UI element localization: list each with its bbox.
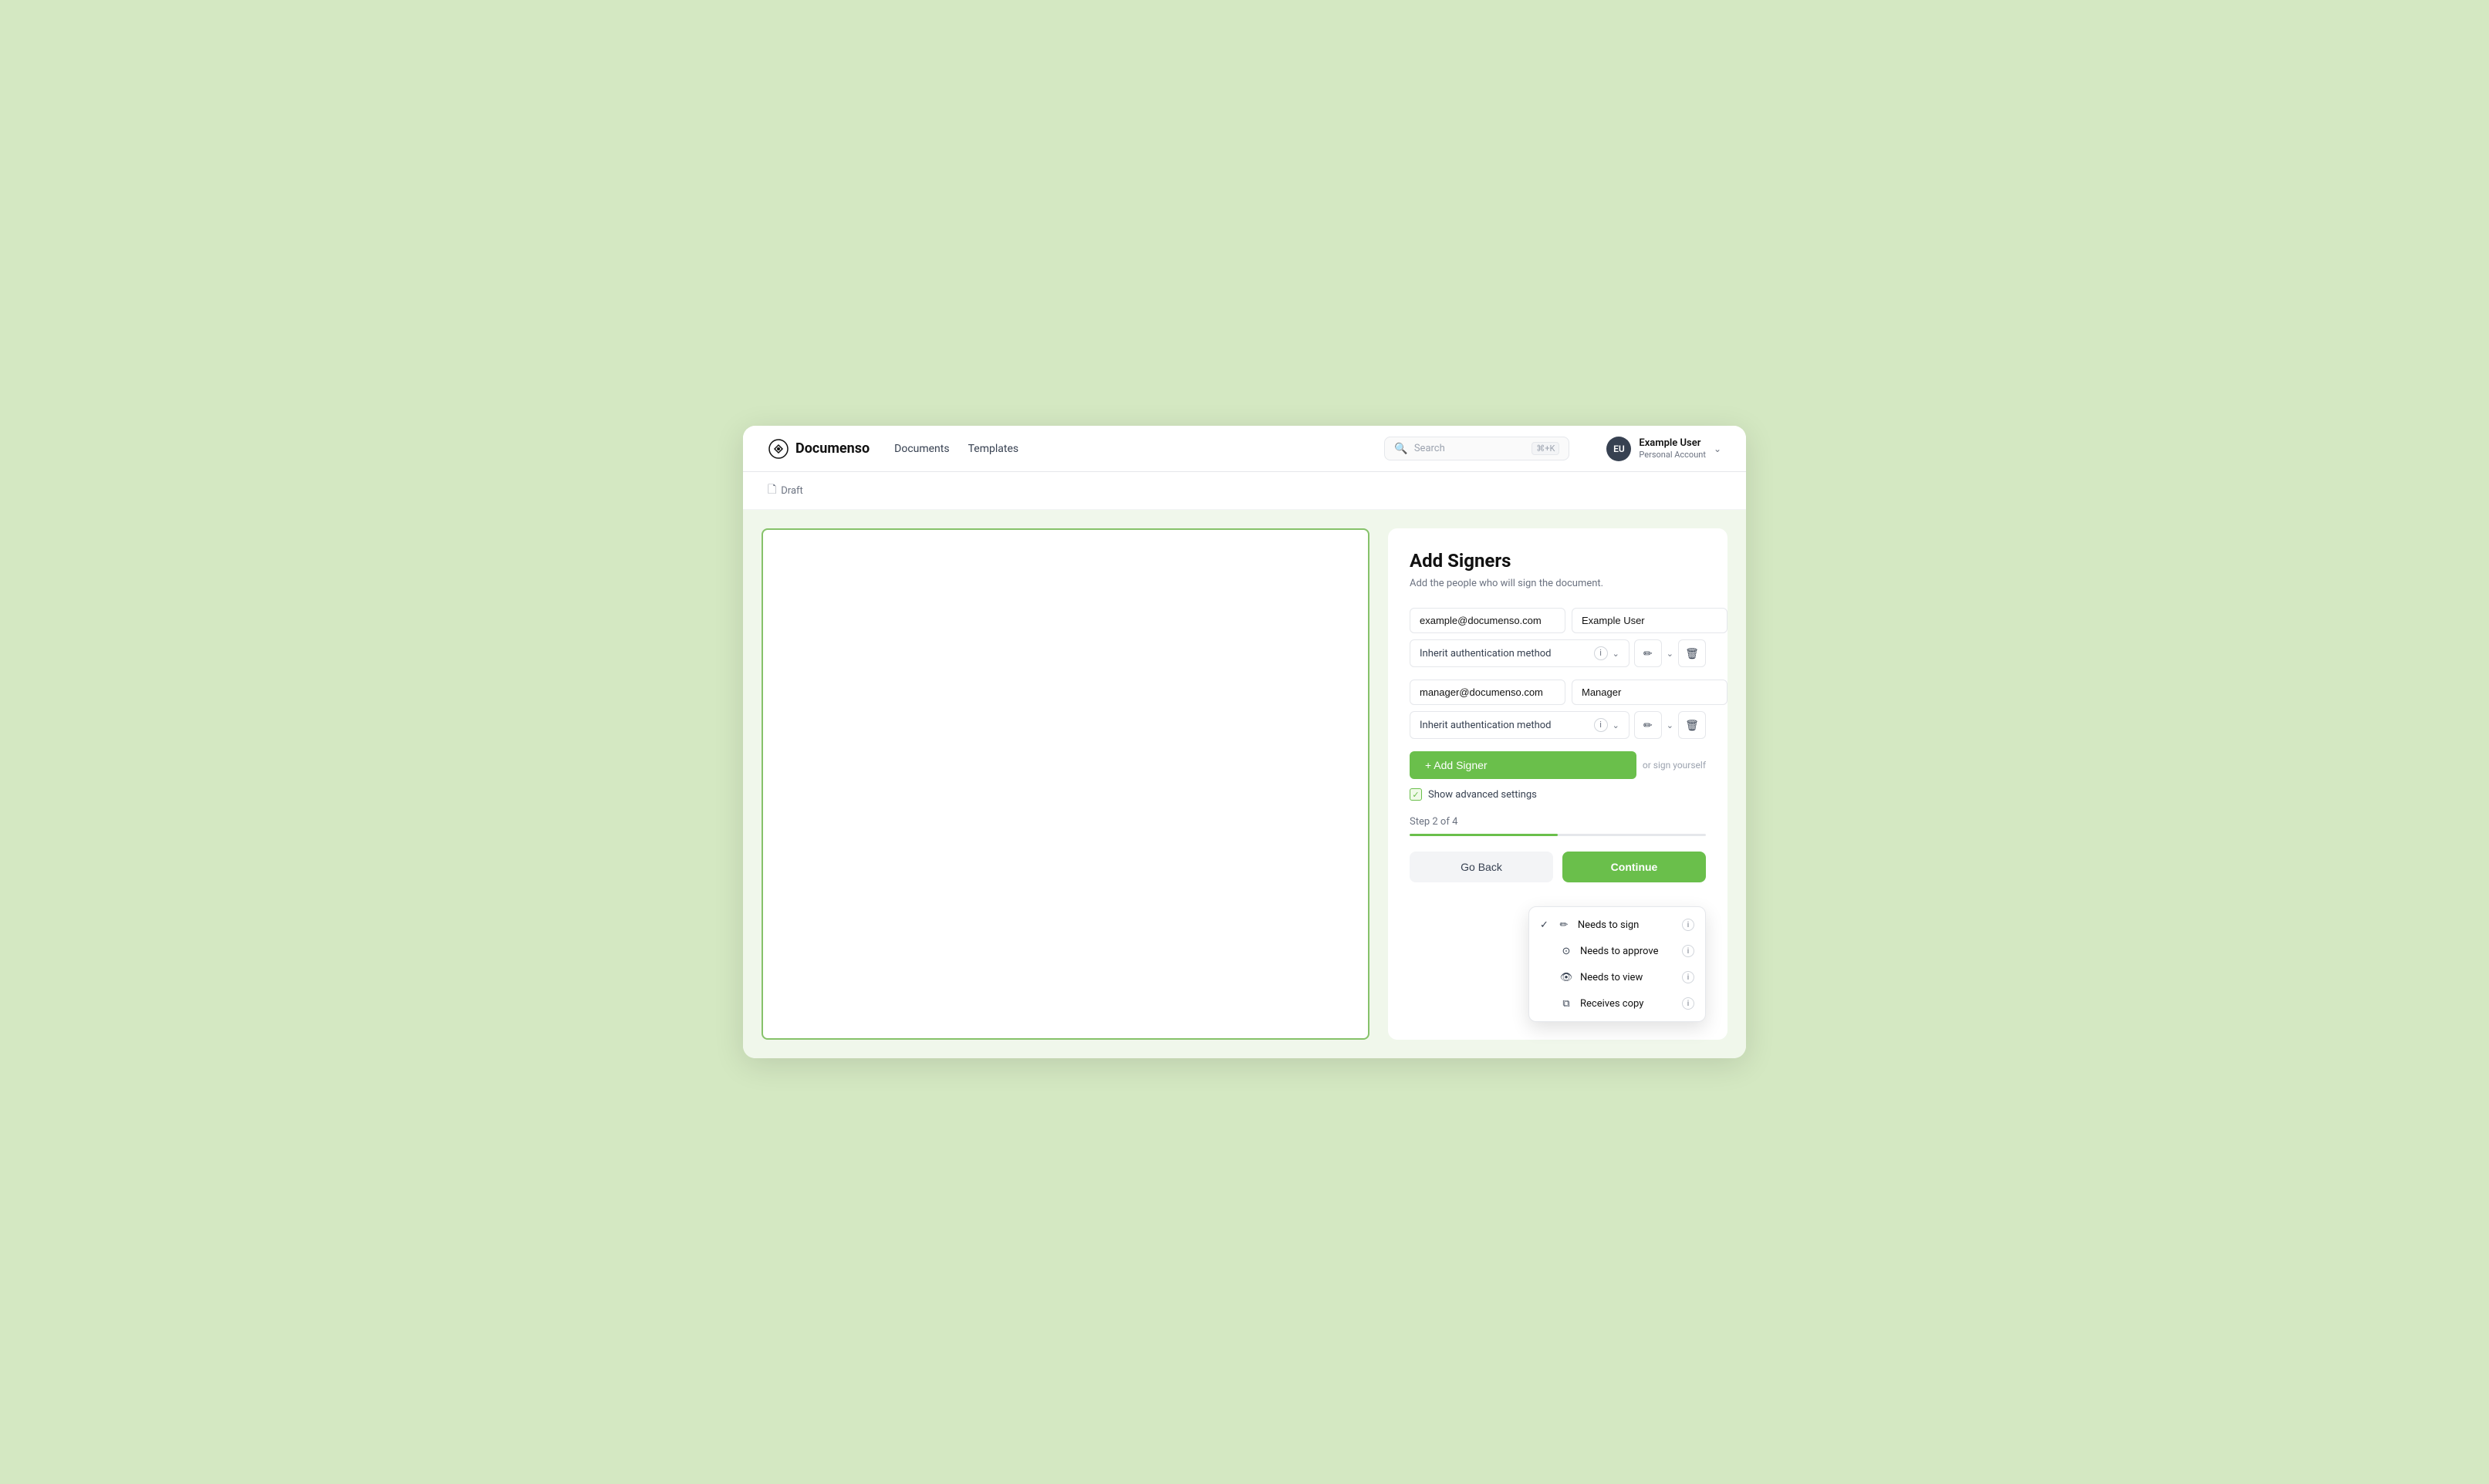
footer-buttons: Go Back Continue	[1410, 852, 1706, 882]
search-shortcut: ⌘+K	[1532, 442, 1559, 455]
view-icon: 👁	[1560, 971, 1572, 983]
needs-to-view-info-icon[interactable]: i	[1682, 971, 1694, 983]
signer-2-inputs	[1410, 680, 1706, 705]
dropdown-item-needs-to-view[interactable]: 👁 Needs to view i	[1529, 964, 1705, 990]
role-dropdown-menu: ✓ ✏ Needs to sign i ⊙ Needs to approve i…	[1528, 906, 1706, 1022]
signer-2-auth-label: Inherit authentication method	[1420, 720, 1589, 731]
nav-templates[interactable]: Templates	[968, 440, 1019, 458]
advanced-settings-row: ✓ Show advanced settings	[1410, 788, 1706, 801]
signer-1-auth-info[interactable]: i	[1594, 646, 1608, 660]
needs-to-approve-info-icon[interactable]: i	[1682, 945, 1694, 957]
document-preview	[762, 528, 1369, 1040]
header: Documenso Documents Templates 🔍 Search ⌘…	[743, 426, 1746, 472]
dropdown-check-icon: ✓	[1540, 919, 1548, 931]
user-area[interactable]: EU Example User Personal Account ⌄	[1606, 437, 1721, 461]
dropdown-label-needs-to-view: Needs to view	[1580, 972, 1674, 983]
signer-2-auth-chevron-icon: ⌄	[1613, 720, 1619, 730]
progress-bar	[1410, 834, 1706, 836]
user-info: Example User Personal Account	[1639, 437, 1706, 460]
copy-icon: ⧉	[1560, 997, 1572, 1010]
advanced-settings-checkbox[interactable]: ✓	[1410, 788, 1422, 801]
main-content: Add Signers Add the people who will sign…	[743, 510, 1746, 1058]
signer-1-inputs	[1410, 608, 1706, 633]
checkbox-check-icon: ✓	[1412, 790, 1419, 800]
user-name: Example User	[1639, 437, 1706, 450]
search-icon: 🔍	[1394, 443, 1407, 455]
add-signer-button[interactable]: + Add Signer	[1410, 751, 1636, 779]
approve-icon: ⊙	[1560, 945, 1572, 957]
signer-1-email[interactable]	[1410, 608, 1565, 633]
signer-2-delete-button[interactable]: 🗑	[1678, 711, 1706, 739]
signer-block-2: Inherit authentication method i ⌄ ✏ ⌄ 🗑	[1410, 680, 1706, 739]
dropdown-label-needs-to-approve: Needs to approve	[1580, 946, 1674, 957]
signer-2-auth-select[interactable]: Inherit authentication method i ⌄	[1410, 711, 1630, 739]
go-back-button[interactable]: Go Back	[1410, 852, 1553, 882]
user-avatar: EU	[1606, 437, 1631, 461]
dropdown-item-needs-to-approve[interactable]: ⊙ Needs to approve i	[1529, 938, 1705, 964]
search-placeholder: Search	[1414, 443, 1525, 454]
continue-button[interactable]: Continue	[1562, 852, 1706, 882]
signer-1-edit-button[interactable]: ✏	[1634, 639, 1662, 667]
document-icon: 🗋	[768, 481, 776, 500]
signer-1-name[interactable]	[1572, 608, 1727, 633]
signer-2-edit-button[interactable]: ✏	[1634, 711, 1662, 739]
edit-chevron-1-icon: ⌄	[1667, 649, 1673, 659]
user-chevron-icon: ⌄	[1714, 444, 1721, 454]
user-account: Personal Account	[1639, 450, 1706, 460]
logo[interactable]: Documenso	[768, 438, 870, 460]
dropdown-item-needs-to-sign[interactable]: ✓ ✏ Needs to sign i	[1529, 912, 1705, 938]
main-nav: Documents Templates	[894, 440, 1018, 458]
logo-icon	[768, 438, 789, 460]
progress-fill	[1410, 834, 1558, 836]
signer-2-name[interactable]	[1572, 680, 1727, 705]
signer-1-auth-label: Inherit authentication method	[1420, 648, 1589, 659]
signer-1-actions: Inherit authentication method i ⌄ ✏ ⌄ 🗑	[1410, 639, 1706, 667]
breadcrumb-item: 🗋 Draft	[768, 481, 803, 500]
logo-text: Documenso	[795, 440, 870, 457]
right-panel: Add Signers Add the people who will sign…	[1388, 528, 1727, 1040]
dropdown-item-receives-copy[interactable]: ⧉ Receives copy i	[1529, 990, 1705, 1017]
signer-2-email[interactable]	[1410, 680, 1565, 705]
edit-chevron-2-icon: ⌄	[1667, 720, 1673, 730]
advanced-settings-label[interactable]: Show advanced settings	[1428, 789, 1537, 801]
step-info: Step 2 of 4	[1410, 816, 1706, 828]
signer-1-delete-button[interactable]: 🗑	[1678, 639, 1706, 667]
signer-1-auth-chevron-icon: ⌄	[1613, 649, 1619, 659]
add-signer-row: + Add Signer or sign yourself	[1410, 751, 1706, 779]
signer-2-auth-info[interactable]: i	[1594, 718, 1608, 732]
nav-documents[interactable]: Documents	[894, 440, 949, 458]
signer-block-1: Inherit authentication method i ⌄ ✏ ⌄ 🗑	[1410, 608, 1706, 667]
panel-subtitle: Add the people who will sign the documen…	[1410, 578, 1706, 589]
dropdown-label-receives-copy: Receives copy	[1580, 998, 1674, 1010]
signer-2-actions: Inherit authentication method i ⌄ ✏ ⌄ 🗑	[1410, 711, 1706, 739]
search-bar[interactable]: 🔍 Search ⌘+K	[1384, 437, 1569, 460]
signer-1-auth-select[interactable]: Inherit authentication method i ⌄	[1410, 639, 1630, 667]
app-window: Documenso Documents Templates 🔍 Search ⌘…	[743, 426, 1746, 1058]
dropdown-label-needs-to-sign: Needs to sign	[1578, 919, 1674, 931]
receives-copy-info-icon[interactable]: i	[1682, 997, 1694, 1010]
needs-to-sign-info-icon[interactable]: i	[1682, 919, 1694, 931]
panel-title: Add Signers	[1410, 550, 1706, 572]
sign-icon: ✏	[1558, 919, 1570, 931]
self-sign-link[interactable]: or sign yourself	[1643, 760, 1706, 771]
breadcrumb-label: Draft	[781, 485, 803, 497]
breadcrumb: 🗋 Draft	[743, 472, 1746, 510]
